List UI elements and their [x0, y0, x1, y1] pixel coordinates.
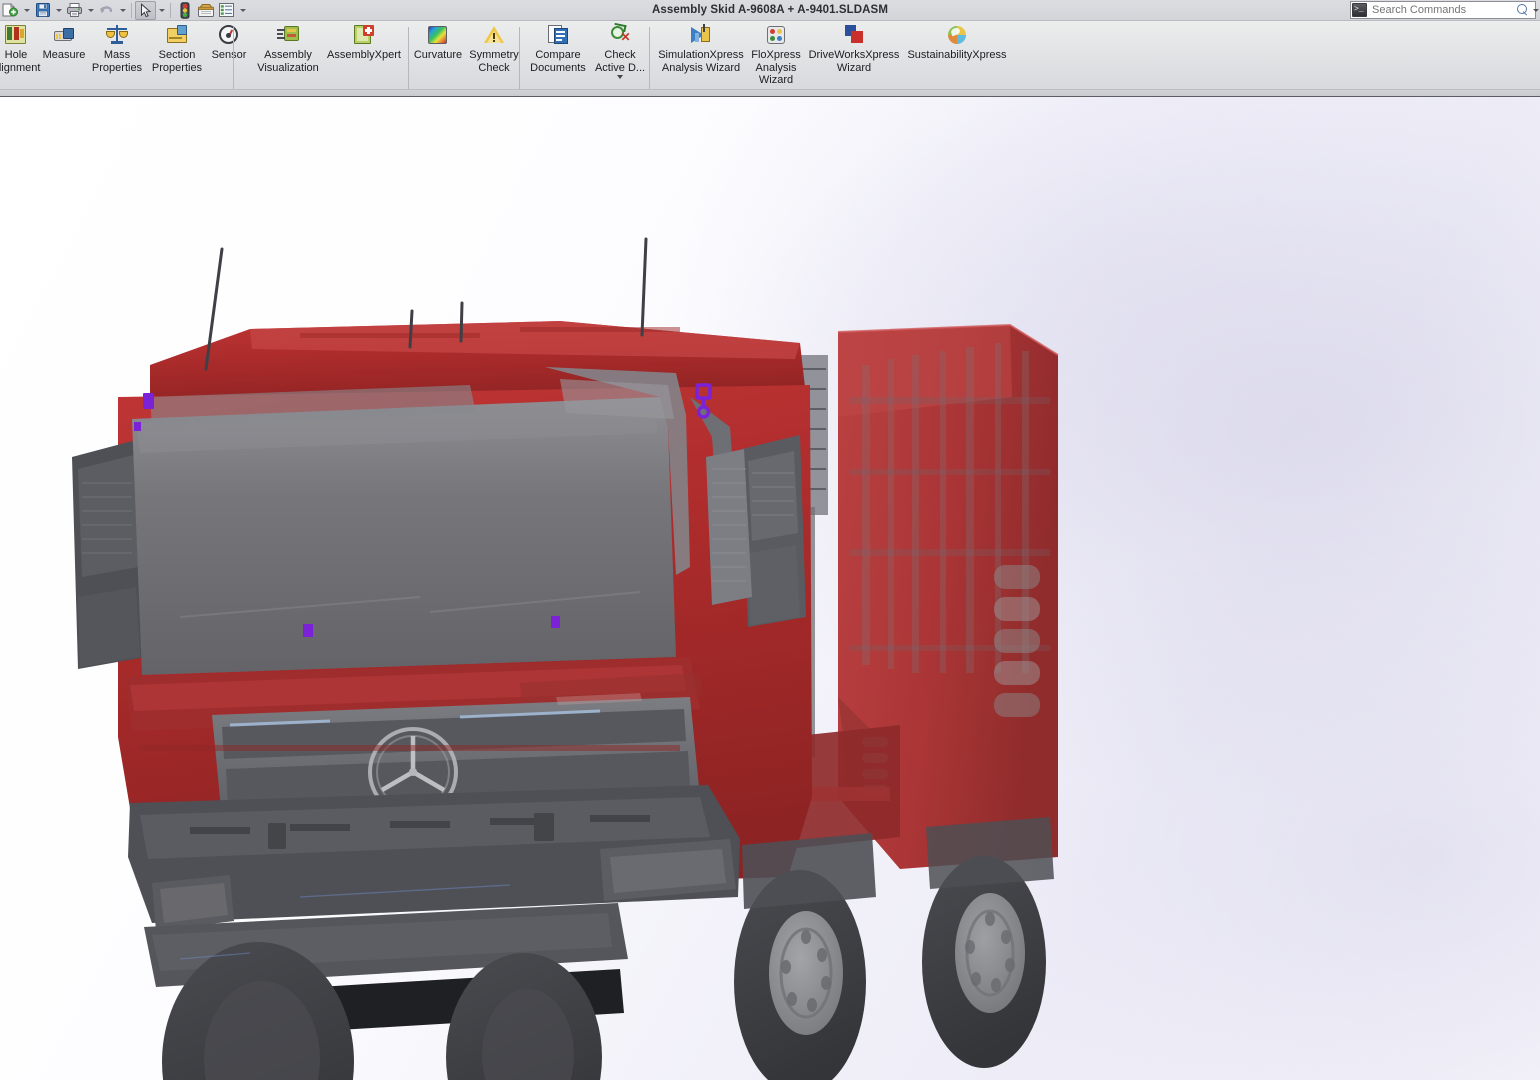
select-tool-dropdown[interactable] — [156, 1, 167, 20]
section-properties-icon — [165, 23, 189, 47]
driveworksxpress-icon — [842, 23, 866, 47]
search-input[interactable] — [1367, 2, 1514, 18]
ribbon-separator — [233, 27, 234, 89]
ribbon-label: Assembly Visualization — [257, 49, 319, 74]
ribbon-label: Mass Properties — [91, 49, 143, 74]
toolbar-divider-2 — [170, 2, 171, 18]
undo-dropdown[interactable] — [117, 1, 128, 20]
ribbon-label: Curvature — [413, 49, 463, 61]
toolbar-divider-1 — [131, 2, 132, 18]
simulationxpress-icon — [689, 23, 713, 47]
ribbon-label: Compare Documents — [530, 49, 586, 74]
traffic-light-icon — [180, 1, 189, 19]
selection-marker — [134, 422, 141, 431]
undo-icon — [99, 6, 113, 13]
ribbon-button-assemblyxpert[interactable]: AssemblyXpert — [325, 23, 403, 62]
ribbon-button-mass-properties[interactable]: Mass Properties — [86, 23, 148, 74]
ribbon-button-section-properties[interactable]: Section Properties — [146, 23, 208, 74]
save-dropdown[interactable] — [53, 1, 64, 20]
ribbon-button-driveworksxpress[interactable]: DriveWorksXpress Wizard — [804, 23, 904, 74]
ribbon-button-measure[interactable]: Measure — [34, 23, 94, 62]
ribbon-label: DriveWorksXpress Wizard — [808, 49, 900, 74]
undo-button[interactable] — [96, 1, 117, 20]
command-prompt-icon: >_ — [1352, 3, 1367, 17]
assemblyxpert-icon — [352, 23, 376, 47]
ribbon-label: Section Properties — [151, 49, 203, 74]
options-button[interactable] — [195, 1, 216, 20]
search-icon[interactable] — [1514, 2, 1530, 18]
ribbon-button-compare-documents[interactable]: Compare Documents — [525, 23, 591, 74]
rebuild-button[interactable] — [174, 1, 195, 20]
display-style-button[interactable] — [216, 1, 237, 20]
sustainabilityxpress-icon — [945, 23, 969, 47]
selection-marker — [303, 624, 313, 637]
search-dropdown-icon[interactable] — [1530, 2, 1540, 18]
ribbon-label: Symmetry Check — [469, 49, 519, 74]
hole-alignment-icon — [4, 23, 28, 47]
save-icon — [35, 3, 50, 17]
sensor-icon — [217, 23, 241, 47]
select-tool-button[interactable] — [135, 0, 156, 20]
ribbon-label: SustainabilityXpress — [907, 49, 1007, 61]
new-document-dropdown[interactable] — [21, 1, 32, 20]
cursor-icon — [140, 2, 151, 17]
print-dropdown[interactable] — [85, 1, 96, 20]
toolbox-icon — [197, 4, 214, 17]
print-icon — [67, 3, 82, 17]
title-bar: Assembly Skid A-9608A + A-9401.SLDASM >_ — [0, 0, 1540, 21]
selection-marker — [143, 393, 154, 409]
truck-assembly-model[interactable] — [0, 97, 1540, 1080]
quick-access-toolbar — [0, 0, 248, 21]
chevron-down-icon[interactable] — [617, 75, 623, 79]
ribbon-label: SimulationXpress Analysis Wizard — [658, 49, 744, 74]
ribbon-label: Check Active D... — [594, 49, 646, 74]
check-active-doc-icon: ✕ — [608, 22, 632, 47]
display-style-dropdown[interactable] — [237, 1, 248, 20]
graphics-area[interactable] — [0, 97, 1540, 1080]
floxpress-icon — [764, 23, 788, 47]
compare-documents-icon — [546, 23, 570, 47]
selection-marker — [551, 616, 560, 628]
solidworks-window: Assembly Skid A-9608A + A-9401.SLDASM >_… — [0, 0, 1540, 1080]
assembly-visualization-icon — [276, 23, 300, 47]
ribbon-separator — [649, 27, 650, 89]
print-button[interactable] — [64, 1, 85, 20]
truck-cab — [72, 321, 812, 1031]
symmetry-check-icon — [482, 23, 506, 47]
curvature-icon — [426, 23, 450, 47]
save-button[interactable] — [32, 1, 53, 20]
ribbon-button-simulationxpress[interactable]: SimulationXpress Analysis Wizard — [651, 23, 751, 74]
ribbon-separator — [519, 27, 520, 89]
search-commands-box[interactable]: >_ — [1350, 1, 1539, 19]
ribbon-button-symmetry-check[interactable]: Symmetry Check — [466, 23, 522, 74]
ribbon-button-check-active-document[interactable]: ✕ Check Active D... — [591, 22, 649, 79]
ribbon-toolbar: Hole Alignment Measure Mass Properties — [0, 21, 1540, 97]
ribbon-button-curvature[interactable]: Curvature — [409, 23, 467, 62]
list-icon — [219, 3, 234, 17]
ribbon-label: Sensor — [211, 49, 247, 61]
ribbon-bottom-strip — [0, 89, 1540, 96]
new-doc-icon — [2, 3, 18, 17]
new-document-button[interactable] — [0, 1, 21, 20]
ribbon-label: AssemblyXpert — [327, 49, 401, 61]
ribbon-label: FloXpress Analysis Wizard — [751, 49, 801, 86]
truck-model-geometry — [72, 237, 1059, 1080]
ribbon-label: Measure — [42, 49, 86, 61]
mass-properties-icon — [105, 23, 129, 47]
ribbon-button-floxpress[interactable]: FloXpress Analysis Wizard — [745, 23, 807, 87]
ribbon-separator — [408, 27, 409, 89]
measure-icon — [52, 23, 76, 47]
ribbon-button-assembly-visualization[interactable]: Assembly Visualization — [245, 23, 331, 74]
ribbon-button-sustainabilityxpress[interactable]: SustainabilityXpress — [903, 23, 1011, 62]
